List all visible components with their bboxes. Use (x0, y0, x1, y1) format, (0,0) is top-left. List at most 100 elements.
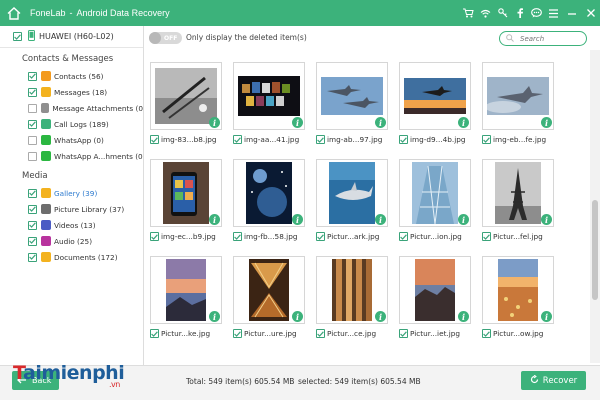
photo-tile[interactable]: i img-aa...41.jpg (233, 62, 305, 144)
device-row[interactable]: HUAWEI (H60-L02) (0, 26, 143, 48)
sidebar-item[interactable]: Picture Library (37) (0, 201, 143, 217)
sidebar-item[interactable]: Audio (25) (0, 233, 143, 249)
photo-thumbnail[interactable]: i (233, 62, 305, 130)
photo-checkbox[interactable] (482, 135, 491, 144)
sidebar-item-checkbox[interactable] (28, 220, 37, 230)
photo-thumbnail[interactable]: i (150, 62, 222, 130)
sidebar-item[interactable]: Contacts (56) (0, 68, 143, 84)
sidebar-item-checkbox[interactable] (28, 119, 37, 129)
device-checkbox[interactable] (13, 32, 22, 41)
photo-tile[interactable]: i Pictur...ark.jpg (316, 159, 388, 241)
photo-checkbox[interactable] (399, 232, 408, 241)
photo-thumbnail[interactable]: i (316, 62, 388, 130)
sidebar-item[interactable]: Message Attachments (0 (0, 100, 143, 116)
info-icon[interactable]: i (541, 311, 552, 322)
info-icon[interactable]: i (209, 214, 220, 225)
photo-tile[interactable]: i img-ab...97.jpg (316, 62, 388, 144)
minimize-icon[interactable] (562, 0, 581, 26)
sidebar-item[interactable]: Videos (13) (0, 217, 143, 233)
sidebar-item-checkbox[interactable] (28, 151, 37, 161)
sidebar-item[interactable]: Call Logs (189) (0, 116, 143, 132)
flower-field-photo (498, 259, 538, 321)
photo-checkbox[interactable] (150, 329, 159, 338)
info-icon[interactable]: i (458, 311, 469, 322)
photo-thumbnail[interactable]: i (482, 256, 554, 324)
photo-thumbnail[interactable]: i (150, 256, 222, 324)
photo-checkbox[interactable] (316, 232, 325, 241)
photo-checkbox[interactable] (482, 329, 491, 338)
sidebar-item-checkbox[interactable] (28, 188, 37, 198)
photo-tile[interactable]: i img-fb...58.jpg (233, 159, 305, 241)
recover-button[interactable]: Recover (521, 371, 586, 390)
sidebar-item-checkbox[interactable] (28, 103, 37, 113)
sidebar-item[interactable]: WhatsApp A...hments (0 (0, 148, 143, 164)
sidebar-item-checkbox[interactable] (28, 135, 37, 145)
photo-thumbnail[interactable]: i (482, 159, 554, 227)
chat-icon[interactable] (528, 0, 545, 26)
photo-thumbnail[interactable]: i (399, 256, 471, 324)
grid-scrollbar[interactable] (590, 50, 600, 363)
sidebar-item[interactable]: Gallery (39) (0, 185, 143, 201)
photo-checkbox[interactable] (150, 232, 159, 241)
photo-checkbox[interactable] (399, 329, 408, 338)
photo-tile[interactable]: i img-83...b8.jpg (150, 62, 222, 144)
photo-checkbox[interactable] (233, 135, 242, 144)
photo-tile[interactable]: i Pictur...ion.jpg (399, 159, 471, 241)
info-icon[interactable]: i (458, 214, 469, 225)
photo-checkbox[interactable] (482, 232, 491, 241)
info-icon[interactable]: i (292, 117, 303, 128)
info-icon[interactable]: i (541, 117, 552, 128)
sidebar-item-checkbox[interactable] (28, 87, 37, 97)
menu-icon[interactable] (545, 0, 562, 26)
photo-tile[interactable]: i Pictur...fel.jpg (482, 159, 554, 241)
photo-tile[interactable]: i img-eb...fe.jpg (482, 62, 554, 144)
photo-checkbox[interactable] (399, 135, 408, 144)
info-icon[interactable]: i (541, 214, 552, 225)
photo-tile[interactable]: i Pictur...ce.jpg (316, 256, 388, 338)
photo-tile[interactable]: i Pictur...ow.jpg (482, 256, 554, 338)
sidebar-item-checkbox[interactable] (28, 204, 37, 214)
photo-checkbox[interactable] (316, 135, 325, 144)
info-icon[interactable]: i (292, 214, 303, 225)
close-icon[interactable] (581, 0, 600, 26)
info-icon[interactable]: i (375, 117, 386, 128)
info-icon[interactable]: i (375, 311, 386, 322)
home-icon[interactable] (0, 0, 28, 26)
photo-tile[interactable]: i img-d9...4b.jpg (399, 62, 471, 144)
photo-thumbnail[interactable]: i (233, 159, 305, 227)
sidebar-item[interactable]: Messages (18) (0, 84, 143, 100)
key-icon[interactable] (494, 0, 511, 26)
sidebar-item-checkbox[interactable] (28, 252, 37, 262)
search-input[interactable] (520, 34, 588, 43)
photo-thumbnail[interactable]: i (150, 159, 222, 227)
sidebar-item[interactable]: WhatsApp (0) (0, 132, 143, 148)
deleted-only-toggle[interactable]: OFF (149, 32, 182, 44)
photo-thumbnail[interactable]: i (316, 256, 388, 324)
info-icon[interactable]: i (375, 214, 386, 225)
sidebar-item[interactable]: Documents (172) (0, 249, 143, 265)
facebook-icon[interactable] (511, 0, 528, 26)
search-box[interactable] (499, 31, 588, 46)
wifi-icon[interactable] (477, 0, 494, 26)
info-icon[interactable]: i (209, 117, 220, 128)
photo-thumbnail[interactable]: i (316, 159, 388, 227)
sidebar-item-checkbox[interactable] (28, 236, 37, 246)
sidebar-item-checkbox[interactable] (28, 71, 37, 81)
photo-checkbox[interactable] (150, 135, 159, 144)
photo-thumbnail[interactable]: i (399, 62, 471, 130)
scrollbar-thumb[interactable] (592, 200, 598, 300)
photo-checkbox[interactable] (233, 232, 242, 241)
photo-tile[interactable]: i Pictur...ure.jpg (233, 256, 305, 338)
cart-icon[interactable] (460, 0, 477, 26)
photo-thumbnail[interactable]: i (482, 62, 554, 130)
photo-tile[interactable]: i img-ec...b9.jpg (150, 159, 222, 241)
photo-thumbnail[interactable]: i (399, 159, 471, 227)
photo-tile[interactable]: i Pictur...ke.jpg (150, 256, 222, 338)
info-icon[interactable]: i (458, 117, 469, 128)
photo-thumbnail[interactable]: i (233, 256, 305, 324)
info-icon[interactable]: i (209, 311, 220, 322)
photo-tile[interactable]: i Pictur...iet.jpg (399, 256, 471, 338)
photo-checkbox[interactable] (316, 329, 325, 338)
photo-checkbox[interactable] (233, 329, 242, 338)
info-icon[interactable]: i (292, 311, 303, 322)
